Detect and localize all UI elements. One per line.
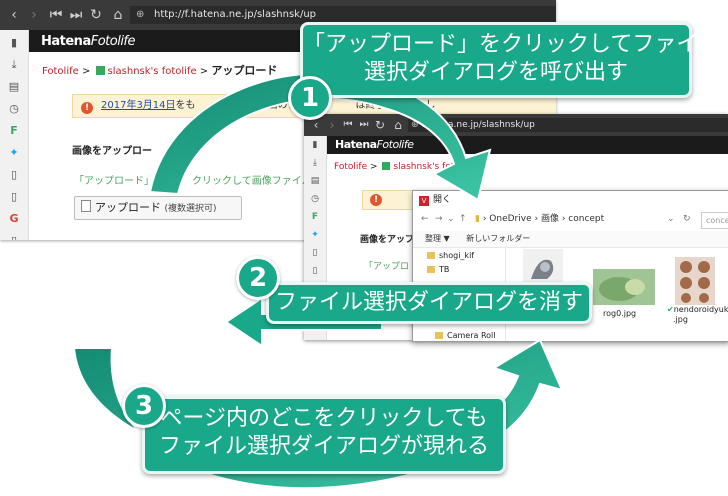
step2-badge: 2 [236,256,280,300]
step1-badge: 1 [288,76,332,120]
step3-badge: 3 [122,384,166,428]
callout-step2: ファイル選択ダイアログを消す [266,282,592,324]
callout-step1: 「アップロード」をクリックしてファイル 選択ダイアログを呼び出す [300,22,720,98]
callout-step3: ページ内のどこをクリックしても ファイル選択ダイアログが現れる [142,396,506,474]
